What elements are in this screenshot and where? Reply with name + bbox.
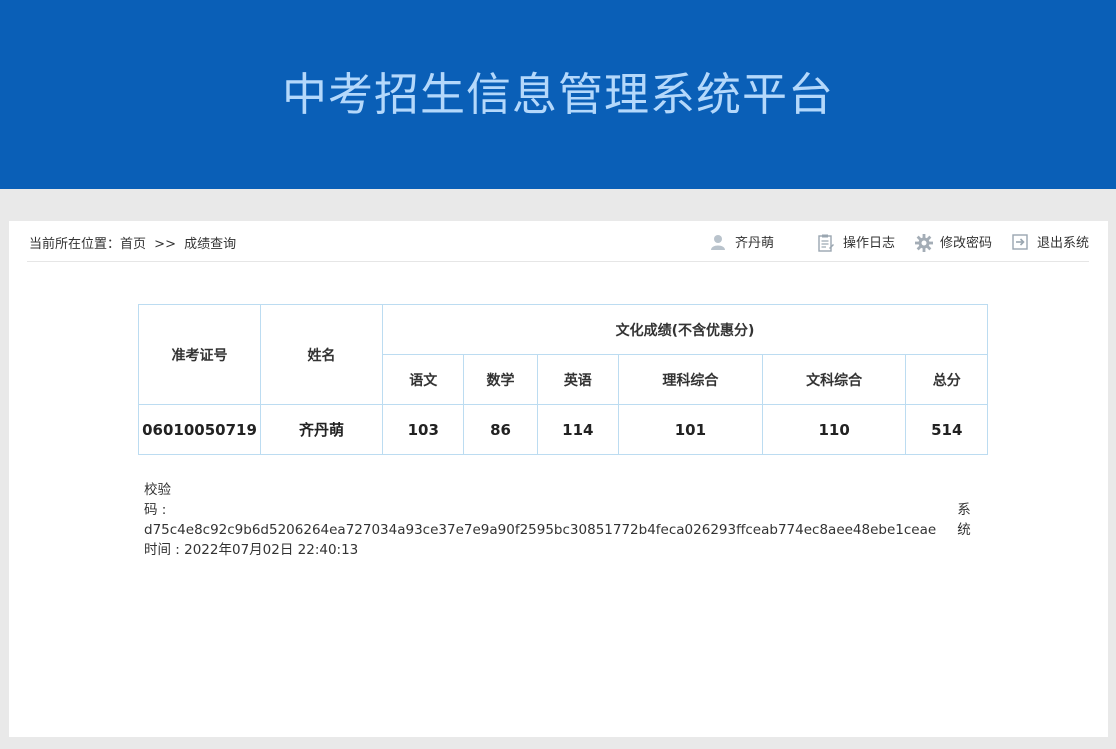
cell-total: 514 <box>905 404 988 455</box>
logout-icon <box>1012 233 1028 250</box>
header-name: 姓名 <box>260 304 383 405</box>
user-icon <box>710 234 726 250</box>
cell-score: 114 <box>536 404 620 455</box>
verification-info: 校验 码 : d75c4e8c92c9b6d5206264ea727034a93… <box>144 480 984 560</box>
breadcrumb-current: 成绩查询 <box>184 237 237 252</box>
change-password-label: 修改密码 <box>939 236 992 251</box>
content-panel: 当前所在位置：首页 >> 成绩查询 齐丹萌 操作日志 修改密码 退出系统 准考证… <box>9 221 1108 737</box>
score-table: 准考证号 姓名 文化成绩(不含优惠分) 语文 数学 英语 理科综合 文科综合 总… <box>138 304 988 455</box>
breadcrumb-home-link[interactable]: 首页 <box>120 237 146 252</box>
cell-score: 101 <box>618 404 763 455</box>
cell-score: 103 <box>381 404 465 455</box>
header-subject: 英语 <box>536 354 620 405</box>
cell-exam-id: 06010050719 <box>138 404 261 455</box>
logout-button[interactable]: 退出系统 <box>1012 232 1089 251</box>
breadcrumb: 当前所在位置：首页 >> 成绩查询 <box>29 233 240 252</box>
header-subject: 理科综合 <box>618 354 763 405</box>
change-password-button[interactable]: 修改密码 <box>914 232 992 252</box>
user-name: 齐丹萌 <box>734 236 774 251</box>
operation-log-label: 操作日志 <box>842 236 895 251</box>
verify-code-line: 码 : d75c4e8c92c9b6d5206264ea727034a93ce3… <box>144 500 984 540</box>
cell-score: 86 <box>463 404 538 455</box>
top-bar: 当前所在位置：首页 >> 成绩查询 齐丹萌 操作日志 修改密码 退出系统 <box>27 221 1089 262</box>
verify-time: 时间 : 2022年07月02日 22:40:13 <box>144 542 359 558</box>
table-header-row: 准考证号 姓名 文化成绩(不含优惠分) <box>138 304 988 405</box>
header-subject: 数学 <box>463 354 538 405</box>
breadcrumb-separator: >> <box>154 237 176 252</box>
header-subject: 文科综合 <box>761 354 907 405</box>
system-label: 系统 <box>957 502 971 538</box>
verify-code: 码 : d75c4e8c92c9b6d5206264ea727034a93ce3… <box>144 502 937 538</box>
page-title: 中考招生信息管理系统平台 <box>281 68 834 121</box>
log-icon <box>818 234 834 252</box>
cell-score: 110 <box>761 404 907 455</box>
header-total: 总分 <box>905 354 988 405</box>
table-row: 06010050719 齐丹萌 103 86 114 101 110 514 <box>138 404 988 455</box>
breadcrumb-prefix: 当前所在位置： <box>29 237 121 252</box>
user-actions: 齐丹萌 操作日志 修改密码 退出系统 <box>690 232 1089 252</box>
verify-label: 校验 <box>144 482 171 498</box>
header-score-group: 文化成绩(不含优惠分) <box>382 304 988 355</box>
user-account[interactable]: 齐丹萌 <box>710 232 774 251</box>
header-exam-id: 准考证号 <box>138 304 261 405</box>
header-subject: 语文 <box>381 354 465 405</box>
cell-name: 齐丹萌 <box>260 404 383 455</box>
header-banner: 中考招生信息管理系统平台 <box>0 0 1116 189</box>
operation-log-button[interactable]: 操作日志 <box>818 232 895 252</box>
gear-icon <box>914 233 933 252</box>
logout-label: 退出系统 <box>1036 236 1089 251</box>
